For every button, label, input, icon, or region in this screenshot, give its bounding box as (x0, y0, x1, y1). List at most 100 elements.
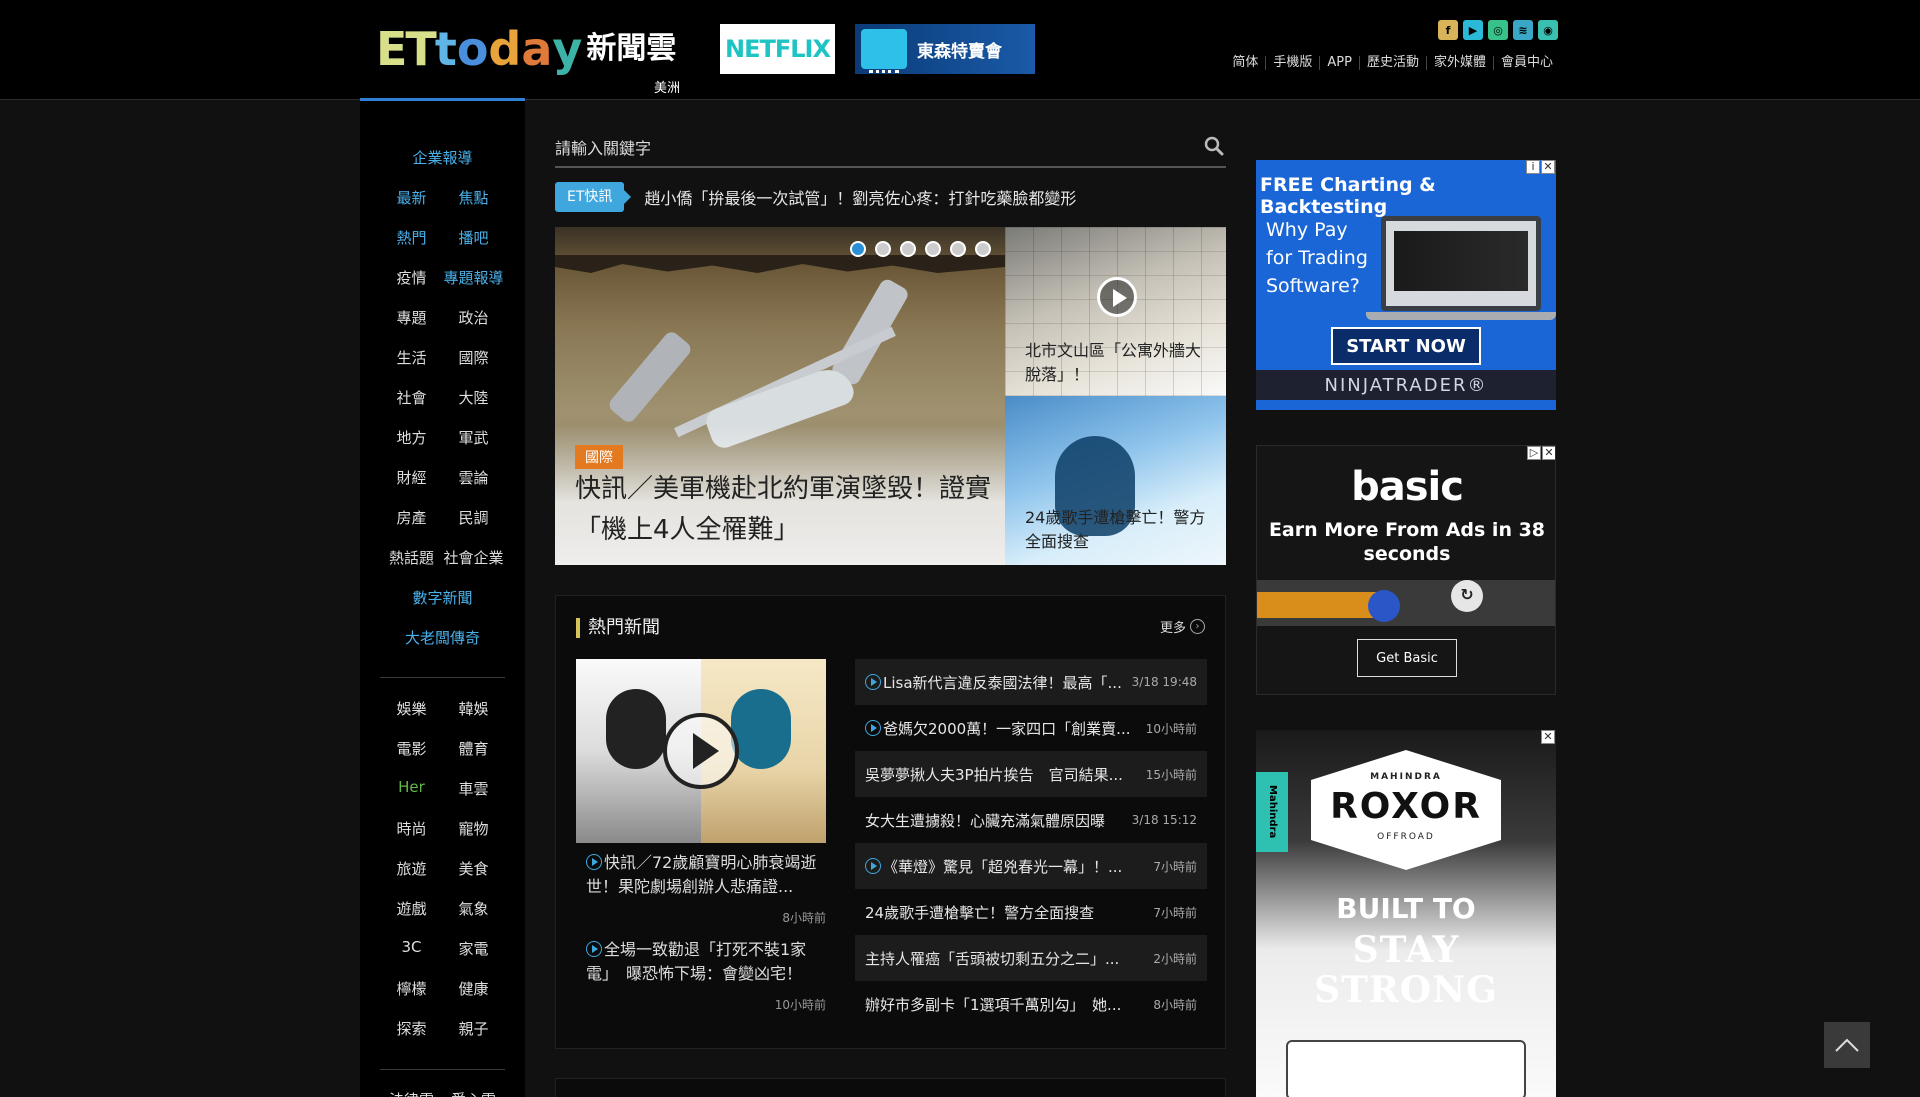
reset-icon[interactable]: ↻ (1451, 580, 1483, 612)
nav-car[interactable]: 車雲 (443, 778, 505, 799)
progress-slider[interactable]: ↻ (1257, 580, 1555, 626)
nav-international[interactable]: 國際 (443, 347, 505, 368)
ad-choices-icon[interactable]: ▷ (1527, 446, 1541, 460)
nav-her[interactable]: Her (381, 778, 443, 799)
nav-finance[interactable]: 財經 (381, 467, 443, 488)
basic-ad[interactable]: basic Earn More From Ads in 38 seconds ↻… (1256, 445, 1556, 695)
carousel-dot[interactable] (975, 241, 991, 257)
region-label[interactable]: 美洲 (654, 77, 680, 96)
nav-latest[interactable]: 最新 (381, 187, 443, 208)
nav-life[interactable]: 生活 (381, 347, 443, 368)
youtube-icon[interactable]: ▶ (1463, 20, 1483, 40)
nav-3c[interactable]: 3C (381, 938, 443, 959)
nav-games[interactable]: 遊戲 (381, 898, 443, 919)
nav-food[interactable]: 美食 (443, 858, 505, 879)
nav-digital-news[interactable]: 數字新聞 (360, 587, 525, 608)
nav-focus[interactable]: 焦點 (443, 187, 505, 208)
back-to-top-button[interactable] (1824, 1022, 1870, 1068)
side-news-card[interactable]: 24歲歌手遭槍擊亡！警方全面搜查 (1005, 396, 1226, 565)
hero-headline[interactable]: 快訊／美軍機赴北約軍演墜毀！證實「機上4人全罹難」 (575, 469, 995, 551)
nav-bobar[interactable]: 播吧 (443, 227, 505, 248)
slider-knob[interactable] (1368, 590, 1400, 622)
start-now-button[interactable]: START NOW (1331, 327, 1481, 365)
nav-law[interactable]: 法律雲 (381, 1089, 443, 1097)
nav-explore[interactable]: 探索 (381, 1018, 443, 1039)
flash-headline[interactable]: 趙小僑「拚最後一次試管」！劉亮佐心疼：打針吃藥臉都變形 (644, 185, 1076, 209)
side-card-caption[interactable]: 24歲歌手遭槍擊亡！警方全面搜查 (1025, 506, 1215, 554)
nav-health[interactable]: 健康 (443, 978, 505, 999)
nav-lemon[interactable]: 檸檬 (381, 978, 443, 999)
carousel-dot[interactable] (925, 241, 941, 257)
weibo-icon[interactable]: ◉ (1538, 20, 1558, 40)
nav-sports[interactable]: 體育 (443, 738, 505, 759)
close-icon[interactable]: ✕ (1541, 160, 1555, 174)
instagram-icon[interactable]: ◎ (1488, 20, 1508, 40)
close-icon[interactable]: ✕ (1542, 446, 1555, 460)
link-history[interactable]: 歷史活動 (1358, 56, 1426, 70)
nav-hot[interactable]: 熱門 (381, 227, 443, 248)
list-item[interactable]: 主持人罹癌「舌頭被切剩五分之二」... 2小時前 (855, 935, 1207, 981)
sale-ad-banner[interactable]: 東森特賣會 (855, 24, 1035, 74)
list-item[interactable]: 24歲歌手遭槍擊亡！警方全面搜查 7小時前 (855, 889, 1207, 935)
nav-appliances[interactable]: 家電 (443, 938, 505, 959)
nav-parenting[interactable]: 親子 (443, 1018, 505, 1039)
list-item[interactable]: 《華燈》驚見「超兇春光一幕」！... 7小時前 (855, 843, 1207, 889)
link-mobile[interactable]: 手機版 (1265, 56, 1319, 70)
carousel-dot[interactable] (950, 241, 966, 257)
nav-social-enterprise[interactable]: 社會企業 (443, 547, 505, 568)
more-link[interactable]: 更多 › (1160, 617, 1205, 636)
link-simplified[interactable]: 简体 (1225, 56, 1265, 70)
search-icon[interactable] (1204, 136, 1224, 156)
nav-topic[interactable]: 專題 (381, 307, 443, 328)
nav-military[interactable]: 軍武 (443, 427, 505, 448)
nav-opinion[interactable]: 雲論 (443, 467, 505, 488)
nav-travel[interactable]: 旅遊 (381, 858, 443, 879)
carousel-dot[interactable] (875, 241, 891, 257)
nav-enterprise[interactable]: 企業報導 (360, 147, 525, 168)
netflix-ad-banner[interactable]: NETFLIX (720, 24, 835, 74)
link-member[interactable]: 會員中心 (1492, 56, 1560, 70)
nav-mainland[interactable]: 大陸 (443, 387, 505, 408)
nav-local[interactable]: 地方 (381, 427, 443, 448)
nav-fashion[interactable]: 時尚 (381, 818, 443, 839)
list-item[interactable]: Lisa新代言違反泰國法律！最高「... 3/18 19:48 (855, 659, 1207, 705)
ettoday-logo[interactable]: ET t o d a y 新聞雲 (376, 24, 676, 74)
side-card-caption[interactable]: 北市文山區「公寓外牆大脫落」！ (1025, 339, 1215, 387)
carousel-dot[interactable] (850, 241, 866, 257)
carousel-dot[interactable] (900, 241, 916, 257)
get-basic-button[interactable]: Get Basic (1357, 639, 1457, 677)
list-item[interactable]: 辦好市多副卡「1選項千萬別勾」 她... 8小時前 (855, 981, 1207, 1027)
side-news-card[interactable]: 北市文山區「公寓外牆大脫落」！ (1005, 227, 1226, 396)
play-icon[interactable] (663, 713, 739, 789)
nav-hot-topic[interactable]: 熱話題 (381, 547, 443, 568)
play-icon[interactable] (1097, 277, 1137, 317)
list-item[interactable]: 女大生遭擄殺！心臟充滿氣體原因曝 3/18 15:12 (855, 797, 1207, 843)
nav-weather[interactable]: 氣象 (443, 898, 505, 919)
hot-news-image[interactable] (576, 659, 826, 843)
list-item[interactable]: 爸媽欠2000萬！一家四口「創業賣... 10小時前 (855, 705, 1207, 751)
hot-left-headline[interactable]: 快訊／72歲顧寶明心肺衰竭逝世！果陀劇場創辦人悲痛證... (586, 851, 826, 899)
close-icon[interactable]: ✕ (1541, 730, 1555, 744)
ad-info-icon[interactable]: i (1526, 160, 1540, 174)
nav-realestate[interactable]: 房產 (381, 507, 443, 528)
nav-korea-ent[interactable]: 韓娛 (443, 698, 505, 719)
nav-politics[interactable]: 政治 (443, 307, 505, 328)
facebook-icon[interactable]: f (1438, 20, 1458, 40)
nav-pets[interactable]: 寵物 (443, 818, 505, 839)
nav-society[interactable]: 社會 (381, 387, 443, 408)
nav-poll[interactable]: 民調 (443, 507, 505, 528)
nav-boss-legend[interactable]: 大老闆傳奇 (360, 627, 525, 648)
link-outdoor-media[interactable]: 家外媒體 (1425, 56, 1493, 70)
nav-movie[interactable]: 電影 (381, 738, 443, 759)
ninjatrader-ad[interactable]: FREE Charting & Backtesting Why Pay for … (1256, 160, 1556, 410)
nav-charity[interactable]: 愛心雲 (443, 1089, 505, 1097)
search-input[interactable] (555, 132, 1155, 164)
roxor-ad[interactable]: Mahindra MAHINDRA ROXOR OFFROAD BUILT TO… (1256, 730, 1556, 1097)
nav-special-report[interactable]: 專題報導 (443, 267, 505, 288)
nav-epidemic[interactable]: 疫情 (381, 267, 443, 288)
list-item[interactable]: 吳夢夢揪人夫3P拍片挨告 官司結果... 15小時前 (855, 751, 1207, 797)
link-app[interactable]: APP (1319, 56, 1359, 70)
nav-entertainment[interactable]: 娛樂 (381, 698, 443, 719)
hero-slide[interactable]: 國際 快訊／美軍機赴北約軍演墜毀！證實「機上4人全罹難」 (555, 227, 1005, 565)
hot-left-headline[interactable]: 全場一致勸退「打死不裝1家電」 曝恐怖下場：會變凶宅！ (586, 938, 826, 986)
